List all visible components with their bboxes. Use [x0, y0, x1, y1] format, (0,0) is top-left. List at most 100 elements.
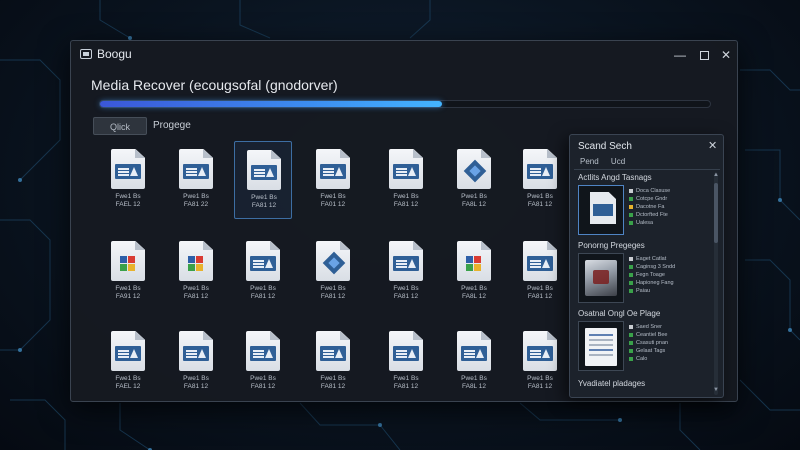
file-tile[interactable]: Fwe1 Bs FA01 12: [304, 141, 362, 219]
list-item[interactable]: Csasuti pnan: [628, 339, 710, 347]
list-item-label: Ualesa: [636, 220, 654, 226]
list-item-label: Fegn Toage: [636, 272, 665, 278]
file-tile[interactable]: Fwe1 Bs FA81 12: [377, 323, 435, 401]
list-item[interactable]: Eaget Catlat: [628, 255, 710, 263]
list-item[interactable]: Calo: [628, 355, 710, 363]
document-file-icon: [523, 241, 557, 281]
file-label: Fwe1 Bs FA81 12: [393, 193, 419, 208]
file-label: Pwe1 Bs FA81 22: [183, 193, 209, 208]
document-file-icon: [247, 150, 281, 190]
file-tile[interactable]: Fwe1 Bs FAEL 12: [99, 323, 157, 401]
maximize-button[interactable]: [693, 45, 715, 65]
file-label: Pwe1 Bs FA81 12: [527, 285, 553, 300]
document-file-icon: [523, 331, 557, 371]
file-label: Pwe1 Bs FA8L 12: [461, 375, 487, 390]
section-thumbnail[interactable]: [578, 185, 624, 235]
document-file-icon: [179, 149, 213, 189]
file-label: Pwe1 Bs FA8L 12: [461, 193, 487, 208]
title-bar[interactable]: Boogu — ✕: [71, 41, 737, 71]
file-label: Pwe1 Bs FA81 12: [250, 285, 276, 300]
file-tile[interactable]: Fwe1 Bs FA81 12: [304, 323, 362, 401]
scroll-down-icon[interactable]: ▼: [713, 387, 719, 393]
status-swatch-icon: [629, 341, 633, 345]
list-item-label: Eaget Catlat: [636, 256, 667, 262]
file-tile[interactable]: Fwe1 Bs FA81 12: [304, 233, 362, 311]
file-tile[interactable]: Fwe1 Bs FA91 12: [99, 233, 157, 311]
close-button[interactable]: ✕: [715, 45, 737, 65]
file-label: Pwe1 Bs FA81 12: [250, 375, 276, 390]
document-file-icon: [179, 331, 213, 371]
list-item[interactable]: Dacotne Fa: [628, 203, 710, 211]
panel-tab-pend[interactable]: Pend: [580, 157, 599, 166]
list-item-label: Saed Sner: [636, 324, 662, 330]
panel-scrollbar[interactable]: [714, 173, 718, 395]
panel-footer-label: Yvadiatel pladages: [578, 379, 646, 388]
scroll-up-icon[interactable]: ▲: [713, 172, 719, 178]
document-file-icon: [246, 331, 280, 371]
document-file-icon: [316, 331, 350, 371]
status-swatch-icon: [629, 357, 633, 361]
list-item-label: Dctorfted Fte: [636, 212, 668, 218]
panel-tab-ucd[interactable]: Ucd: [611, 157, 625, 166]
panel-close-button[interactable]: ✕: [708, 139, 717, 152]
document-file-icon: [389, 331, 423, 371]
scrollbar-thumb[interactable]: [714, 183, 718, 243]
doc-thumbnail-icon: [590, 192, 616, 224]
status-swatch-icon: [629, 265, 633, 269]
file-label: Pwe1 Bs FA81 12: [183, 375, 209, 390]
tab-quick[interactable]: Qlick: [93, 117, 147, 135]
file-tile[interactable]: Pwe1 Bs FA81 12: [234, 141, 292, 219]
list-item[interactable]: Gelaat Tags: [628, 347, 710, 355]
section-thumbnail[interactable]: [578, 253, 624, 303]
file-tile[interactable]: Fwe1 Bs FAEL 12: [99, 141, 157, 219]
file-tile[interactable]: Pwe1 Bs FA81 12: [511, 141, 569, 219]
image-file-icon: [179, 241, 213, 281]
file-tile[interactable]: Fwe1 Bs FA81 12: [377, 233, 435, 311]
file-tile[interactable]: Pwe1 Bs FA8L 12: [445, 323, 503, 401]
file-label: Fwe1 Bs FAEL 12: [115, 193, 141, 208]
file-tile[interactable]: Pwe1 Bs FA8L 12: [445, 233, 503, 311]
list-item[interactable]: Paiau: [628, 287, 710, 295]
tab-progress[interactable]: Progege: [151, 117, 211, 135]
list-item[interactable]: Fegn Toage: [628, 271, 710, 279]
file-tile[interactable]: Pwe1 Bs FA81 12: [234, 233, 292, 311]
file-tile[interactable]: Pwe1 Bs FA81 22: [167, 141, 225, 219]
file-label: Pwe1 Bs FA8L 12: [461, 285, 487, 300]
file-label: Fwe1 Bs FA01 12: [320, 193, 346, 208]
document-file-icon: [246, 241, 280, 281]
minimize-button[interactable]: —: [669, 45, 691, 65]
file-tile[interactable]: Pwe1 Bs FA81 12: [511, 323, 569, 401]
file-tile[interactable]: Pwe1 Bs FA81 12: [234, 323, 292, 401]
status-swatch-icon: [629, 257, 633, 261]
file-tile[interactable]: Pwe1 Bs FA81 12: [167, 233, 225, 311]
list-item[interactable]: Cotcpe Gndr: [628, 195, 710, 203]
file-tile[interactable]: Pwe1 Bs FA81 12: [167, 323, 225, 401]
file-tile[interactable]: Pwe1 Bs FA81 12: [511, 233, 569, 311]
list-item[interactable]: Hapioneg Fang: [628, 279, 710, 287]
screenshot-thumbnail-icon: [585, 328, 617, 366]
list-item[interactable]: Saed Sner: [628, 323, 710, 331]
photo-thumbnail-icon: [585, 260, 617, 296]
file-tile[interactable]: Pwe1 Bs FA8L 12: [445, 141, 503, 219]
status-swatch-icon: [629, 349, 633, 353]
status-swatch-icon: [629, 281, 633, 285]
status-swatch-icon: [629, 273, 633, 277]
file-tile[interactable]: Fwe1 Bs FA81 12: [377, 141, 435, 219]
list-item-label: Caginsg 3 Sndd: [636, 264, 676, 270]
list-item[interactable]: Doca Clasuse: [628, 187, 710, 195]
section-title: Actlits Angd Tasnags: [578, 173, 652, 182]
list-item-label: Hapioneg Fang: [636, 280, 674, 286]
list-item[interactable]: Dctorfted Fte: [628, 211, 710, 219]
list-item-label: Ceantiel Bee: [636, 332, 668, 338]
scan-search-panel: Scand Sech ✕ Pend Ucd Actlits Angd Tasna…: [569, 134, 724, 398]
document-file-icon: [523, 149, 557, 189]
list-item[interactable]: Ceantiel Bee: [628, 331, 710, 339]
document-file-icon: [389, 241, 423, 281]
list-item[interactable]: Caginsg 3 Sndd: [628, 263, 710, 271]
section-thumbnail[interactable]: [578, 321, 624, 371]
list-item-label: Dacotne Fa: [636, 204, 665, 210]
image-file-icon: [111, 241, 145, 281]
list-item[interactable]: Ualesa: [628, 219, 710, 227]
section-file-list: Eaget Catlat Caginsg 3 Sndd Fegn Toage Hapi…: [628, 255, 710, 295]
document-file-icon: [111, 331, 145, 371]
